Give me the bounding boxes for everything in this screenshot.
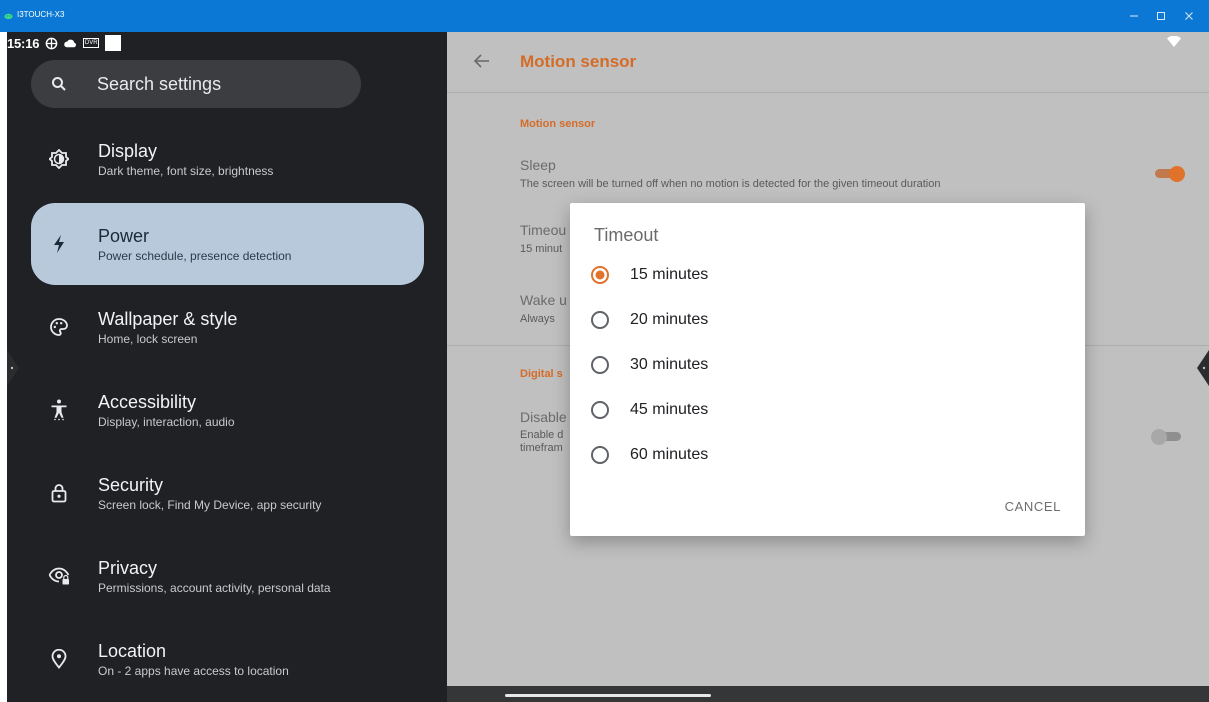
nav-item-privacy[interactable]: Privacy Permissions, account activity, p… — [31, 535, 424, 617]
section-header-digital: Digital s — [520, 368, 563, 380]
edge-handle-left[interactable] — [7, 350, 21, 386]
pref-timeout-summary: 15 minut — [520, 243, 563, 255]
window-minimize-button[interactable] — [1123, 10, 1145, 22]
nav-item-location[interactable]: Location On - 2 apps have access to loca… — [31, 618, 424, 700]
power-bolt-icon — [31, 235, 87, 253]
android-screen: 15:16 DVR Search settings Display Dark t… — [7, 32, 1209, 702]
search-icon — [31, 76, 87, 92]
window-app-name: I3TOUCH-X3 — [17, 10, 65, 19]
maximize-icon — [1157, 12, 1165, 20]
nav-item-subtitle: Dark theme, font size, brightness — [98, 163, 274, 178]
timeout-option-45[interactable]: 45 minutes — [586, 390, 1066, 430]
dvr-icon: DVR — [83, 38, 100, 48]
option-label: 60 minutes — [630, 446, 709, 463]
option-label: 30 minutes — [630, 356, 709, 373]
nav-item-subtitle: Screen lock, Find My Device, app securit… — [98, 497, 322, 512]
wifi-icon — [1167, 36, 1181, 47]
nav-item-title: Security — [98, 474, 164, 495]
gesture-nav-bar — [447, 686, 1209, 702]
option-label: 15 minutes — [630, 266, 709, 283]
timeout-option-20[interactable]: 20 minutes — [586, 300, 1066, 340]
status-bar: 15:16 DVR — [7, 32, 122, 54]
pref-sleep-title: Sleep — [520, 157, 556, 173]
palette-icon — [31, 317, 87, 337]
nav-item-security[interactable]: Security Screen lock, Find My Device, ap… — [31, 452, 424, 534]
settings-nav-pane: 15:16 DVR Search settings Display Dark t… — [7, 32, 447, 702]
disable-toggle-thumb — [1151, 429, 1167, 445]
page-title: Motion sensor — [520, 52, 637, 71]
nav-item-subtitle: Home, lock screen — [98, 331, 198, 346]
nav-item-title: Display — [98, 140, 158, 161]
pref-wake-title[interactable]: Wake u — [520, 292, 567, 308]
nav-item-wallpaper[interactable]: Wallpaper & style Home, lock screen — [31, 286, 424, 368]
status-time: 15:16 — [7, 35, 40, 51]
lock-icon — [31, 483, 87, 503]
notification-square-icon — [105, 35, 122, 51]
nav-item-title: Accessibility — [98, 391, 197, 412]
nav-item-subtitle: Permissions, account activity, personal … — [98, 580, 331, 595]
radio-selected-icon — [586, 261, 614, 289]
privacy-icon — [31, 567, 87, 585]
nav-item-subtitle: On - 2 apps have access to location — [98, 663, 289, 678]
window-close-button[interactable] — [1178, 10, 1200, 22]
radio-unselected-icon — [586, 306, 614, 334]
radio-unselected-icon — [586, 396, 614, 424]
back-arrow-icon[interactable] — [473, 52, 491, 70]
nav-item-title: Wallpaper & style — [98, 308, 238, 329]
timeout-option-30[interactable]: 30 minutes — [586, 345, 1066, 385]
display-icon — [31, 149, 87, 169]
gesture-handle[interactable] — [505, 694, 711, 697]
nav-item-title: Power — [98, 225, 150, 246]
window-titlebar: I3TOUCH-X3 — [0, 0, 1209, 32]
nav-item-subtitle: Display, interaction, audio — [98, 414, 235, 429]
minimize-icon — [1130, 15, 1138, 17]
pref-disable-summary-line1: Enable d — [520, 429, 564, 441]
pref-disable-title[interactable]: Disable — [520, 409, 567, 425]
close-icon — [1185, 12, 1193, 20]
sleep-toggle-thumb — [1169, 166, 1185, 182]
nav-item-display[interactable]: Display Dark theme, font size, brightnes… — [31, 118, 424, 200]
pref-wake-summary: Always — [520, 313, 555, 325]
dialog-title: Timeout — [594, 225, 659, 245]
nav-item-power[interactable]: Power Power schedule, presence detection — [31, 203, 424, 285]
disable-toggle[interactable] — [1151, 429, 1185, 445]
sleep-toggle[interactable] — [1153, 166, 1187, 182]
vpn-globe-icon — [45, 37, 58, 49]
window-app-label: I3TOUCH-X3 — [4, 10, 64, 20]
nav-item-title: Location — [98, 640, 167, 661]
timeout-option-60[interactable]: 60 minutes — [586, 435, 1066, 475]
app-icon — [4, 13, 13, 19]
edge-handle-right[interactable] — [1193, 350, 1209, 386]
search-placeholder: Search settings — [97, 73, 222, 94]
pref-sleep-summary: The screen will be turned off when no mo… — [520, 178, 941, 190]
accessibility-icon — [31, 399, 87, 421]
section-header-motion-sensor: Motion sensor — [520, 118, 596, 130]
location-icon — [31, 649, 87, 669]
cloud-icon — [64, 39, 77, 47]
timeout-dialog: Timeout 15 minutes 20 minutes 30 minutes… — [570, 203, 1085, 536]
nav-item-accessibility[interactable]: Accessibility Display, interaction, audi… — [31, 369, 424, 451]
window-maximize-button[interactable] — [1150, 10, 1172, 22]
option-label: 20 minutes — [630, 311, 709, 328]
timeout-option-15[interactable]: 15 minutes — [586, 255, 1066, 295]
nav-item-subtitle: Power schedule, presence detection — [98, 248, 292, 263]
option-label: 45 minutes — [630, 401, 709, 418]
radio-unselected-icon — [586, 351, 614, 379]
nav-item-title: Privacy — [98, 557, 158, 578]
pref-timeout-title[interactable]: Timeou — [520, 222, 566, 238]
search-settings-bar[interactable]: Search settings — [31, 60, 361, 108]
radio-unselected-icon — [586, 441, 614, 469]
pref-disable-summary-line2: timefram — [520, 442, 563, 454]
header-divider — [447, 92, 1209, 93]
cancel-button[interactable]: CANCEL — [1005, 499, 1061, 514]
